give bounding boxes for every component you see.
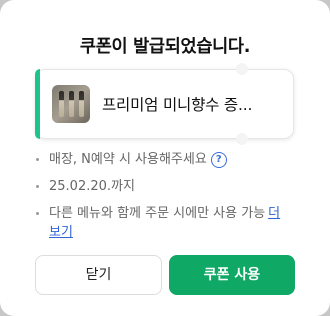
- note-expiry-text: 25.02.20.까지: [49, 179, 135, 194]
- coupon-notch-top: [236, 63, 248, 75]
- note-usage-text: 매장, N예약 시 사용해주세요: [49, 152, 207, 167]
- use-coupon-button[interactable]: 쿠폰 사용: [169, 255, 295, 295]
- close-button[interactable]: 닫기: [35, 255, 162, 295]
- coupon-notch-bottom: [236, 133, 248, 145]
- question-circle-icon[interactable]: ?: [210, 151, 227, 168]
- dialog-title: 쿠폰이 발급되었습니다.: [79, 37, 251, 57]
- note-expiry: 25.02.20.까지: [35, 177, 285, 196]
- perfume-vial-image: [69, 91, 74, 117]
- coupon-issued-dialog: 쿠폰이 발급되었습니다. 프리미엄 미니향수 증... 매장, N예약 시 사용…: [0, 0, 330, 316]
- product-thumbnail: [52, 85, 90, 123]
- note-menu-text: 다른 메뉴와 함께 주문 시에만 사용 가능: [49, 206, 266, 221]
- coupon-name: 프리미엄 미니향수 증...: [102, 96, 253, 114]
- coupon-accent-bar: [35, 69, 40, 139]
- perfume-vial-image: [79, 91, 84, 117]
- note-menu: 다른 메뉴와 함께 주문 시에만 사용 가능 더보기: [35, 204, 285, 242]
- note-usage: 매장, N예약 시 사용해주세요?: [35, 150, 285, 169]
- coupon-notes-list: 매장, N예약 시 사용해주세요? 25.02.20.까지 다른 메뉴와 함께 …: [35, 150, 285, 250]
- perfume-vial-image: [59, 91, 64, 117]
- coupon-card[interactable]: 프리미엄 미니향수 증...: [35, 63, 294, 145]
